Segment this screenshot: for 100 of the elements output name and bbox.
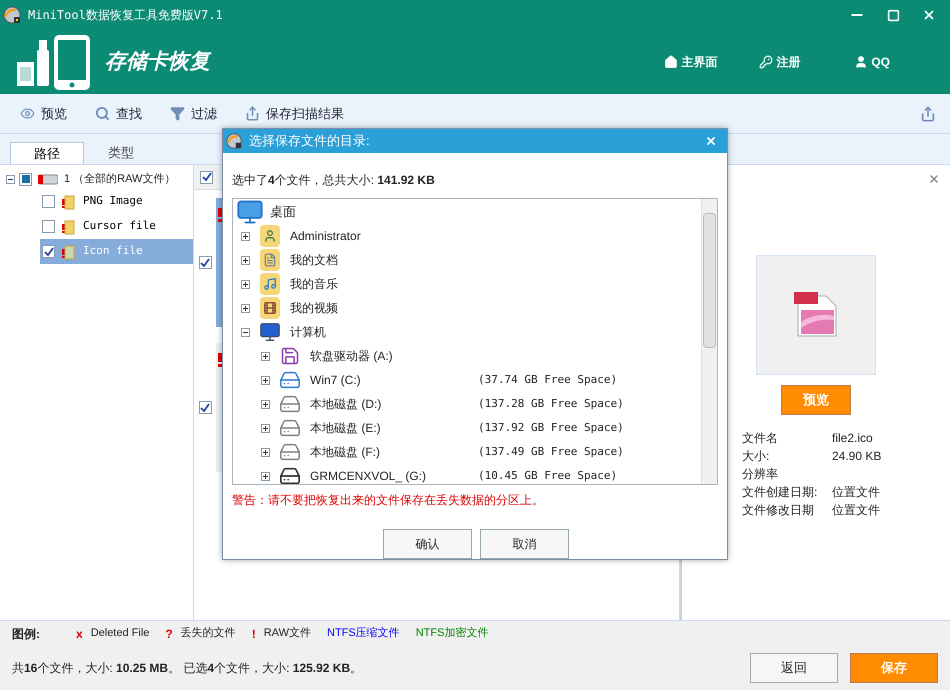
expand-toggle[interactable] <box>261 424 270 432</box>
checkbox[interactable] <box>42 195 55 208</box>
export-icon <box>245 106 260 121</box>
detail-value: 24.90 KB <box>832 449 882 464</box>
legend-mark: ? <box>165 626 173 642</box>
tree-label: PNG Image <box>83 193 143 210</box>
expand-toggle[interactable] <box>241 256 250 264</box>
detail-label: 文件修改日期 <box>742 503 815 518</box>
tab[interactable]: 路径 <box>10 142 84 164</box>
eye-icon <box>20 106 35 121</box>
folder-label[interactable]: 本地磁盘 (D:) <box>310 395 472 413</box>
window-title: MiniTool数据恢复工具免费版V7.1 <box>28 7 223 24</box>
checkbox[interactable] <box>19 172 32 186</box>
ico-file-icon <box>794 292 838 338</box>
export-icon[interactable] <box>920 106 936 122</box>
selection-summary: 选中了4个文件，总共大小: 141.92 KB <box>232 173 435 187</box>
folder-icon <box>61 218 77 234</box>
folder-label[interactable]: 我的音乐 <box>290 275 338 293</box>
folder-label[interactable]: 软盘驱动器 (A:) <box>310 347 393 365</box>
document-folder-icon <box>260 249 280 271</box>
free-space-text: (137.92 GB Free Space) <box>478 420 624 436</box>
qq-link[interactable]: QQ <box>854 53 890 71</box>
expand-toggle[interactable] <box>261 472 270 480</box>
folder-label[interactable]: 本地磁盘 (F:) <box>310 443 472 461</box>
close-icon[interactable] <box>928 173 940 185</box>
collapse-toggle[interactable] <box>6 174 15 184</box>
computer-icon <box>259 321 281 343</box>
back-button[interactable]: 返回 <box>750 653 838 683</box>
save-results-button[interactable]: 保存扫描结果 <box>245 104 344 124</box>
close-icon[interactable] <box>705 135 717 147</box>
legend-mark: ! <box>252 626 256 642</box>
directory-tree[interactable] <box>232 198 718 485</box>
expand-toggle[interactable] <box>241 304 250 312</box>
close-icon[interactable] <box>922 8 936 22</box>
tab[interactable]: 类型 <box>84 142 158 164</box>
legend-label: 丢失的文件 <box>180 626 236 642</box>
legend-mark: x <box>76 626 83 642</box>
status-text: 共16个文件，大小: 10.25 MB。 已选4个文件，大小: 125.92 KB。 <box>12 660 362 677</box>
folder-label[interactable]: Administrator <box>290 227 361 245</box>
checkbox[interactable] <box>200 170 213 184</box>
checkbox[interactable] <box>42 245 55 258</box>
legend-label: NTFS加密文件 <box>416 626 488 642</box>
expand-toggle[interactable] <box>261 400 270 408</box>
tree-item[interactable]: PNG Image <box>40 189 193 214</box>
search-icon <box>95 106 110 121</box>
tree-item[interactable]: Cursor file <box>40 214 193 239</box>
system-drive-icon <box>279 369 301 391</box>
folder-label[interactable]: 我的文档 <box>290 251 338 269</box>
legend-label: RAW文件 <box>264 626 311 642</box>
folder-icon <box>61 244 77 260</box>
folder-label[interactable]: GRMCENXVOL_ (G:) <box>310 467 472 484</box>
detail-value: file2.ico <box>832 431 873 446</box>
preview-button[interactable]: 预览 <box>20 104 67 124</box>
expand-toggle[interactable] <box>261 376 270 384</box>
scrollbar[interactable] <box>701 199 717 484</box>
checkbox[interactable] <box>198 401 212 414</box>
detail-label: 文件名 <box>742 431 779 446</box>
raw-mark-icon <box>218 208 222 222</box>
detail-value: 位置文件 <box>832 485 880 500</box>
folder-label[interactable]: 我的视频 <box>290 299 338 317</box>
home-icon <box>664 55 678 69</box>
filter-button[interactable]: 过滤 <box>170 104 217 124</box>
tree-label: Cursor file <box>83 218 156 234</box>
tree-label[interactable]: 1 （全部的RAW文件） <box>64 170 176 188</box>
tree-label: Icon file <box>83 243 143 260</box>
legend-title: 图例: <box>12 626 40 642</box>
user-folder-icon <box>260 225 280 247</box>
key-icon <box>759 55 774 69</box>
folder-label[interactable]: Win7 (C:) <box>310 371 472 389</box>
detail-label: 大小: <box>742 449 770 464</box>
music-folder-icon <box>260 273 280 295</box>
collapse-toggle[interactable] <box>241 328 250 336</box>
raw-mark-icon <box>218 353 222 367</box>
drive-icon <box>279 441 301 463</box>
app-logo-icon <box>2 5 22 25</box>
cancel-button[interactable]: 取消 <box>480 529 569 559</box>
checkbox[interactable] <box>42 220 55 233</box>
page-title: 存储卡恢复 <box>105 49 210 76</box>
dialog-title: 选择保存文件的目录: <box>249 132 370 150</box>
legend-label: Deleted File <box>90 626 150 642</box>
detail-label: 分辨率 <box>742 467 779 482</box>
drive-icon <box>279 393 301 415</box>
checkbox[interactable] <box>198 256 212 269</box>
expand-toggle[interactable] <box>261 352 270 360</box>
person-icon <box>854 55 868 69</box>
register-link[interactable]: 注册 <box>759 53 854 71</box>
expand-toggle[interactable] <box>241 232 250 240</box>
folder-label[interactable]: 本地磁盘 (E:) <box>310 419 472 437</box>
expand-toggle[interactable] <box>241 280 250 288</box>
expand-toggle[interactable] <box>261 448 270 456</box>
usb-drive-icon <box>279 465 301 484</box>
maximize-icon[interactable] <box>887 8 900 22</box>
free-space-text: (10.45 GB Free Space) <box>478 468 618 484</box>
folder-label[interactable]: 桌面 <box>270 202 296 222</box>
home-link[interactable]: 主界面 <box>664 53 760 71</box>
folder-label[interactable]: 计算机 <box>290 323 326 341</box>
confirm-button[interactable]: 确认 <box>383 529 472 559</box>
free-space-text: (137.28 GB Free Space) <box>478 396 624 412</box>
detail-label: 文件创建日期: <box>742 485 818 500</box>
search-button[interactable]: 查找 <box>95 104 142 124</box>
